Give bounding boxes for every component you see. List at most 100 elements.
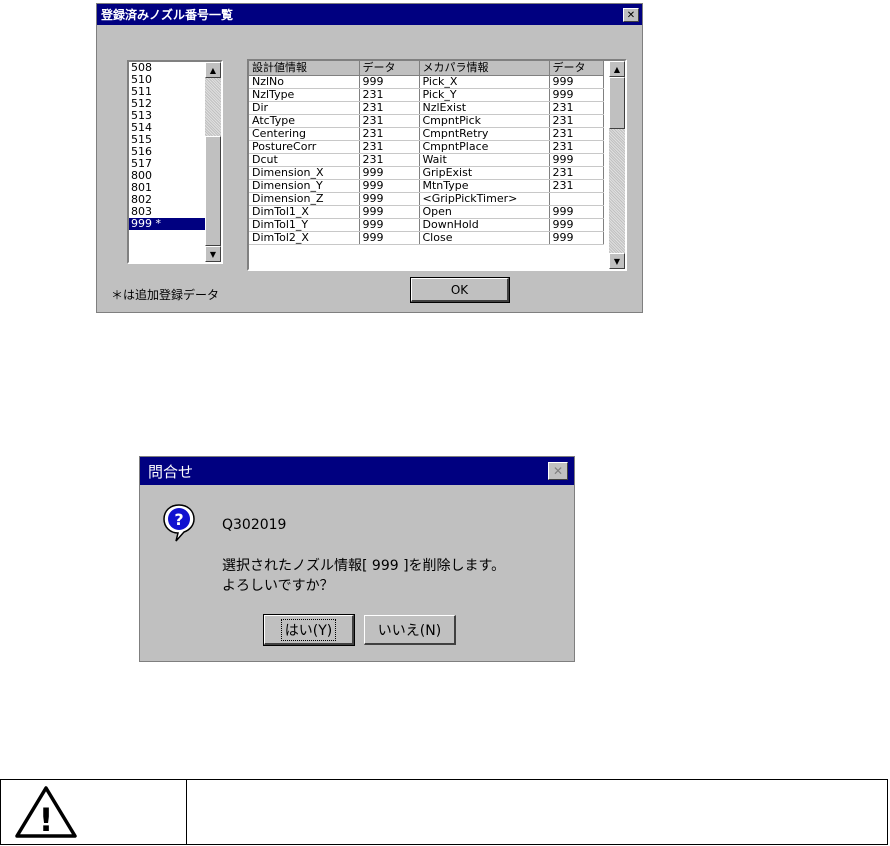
- table-cell: <GripPickTimer>: [419, 192, 550, 206]
- table-cell: 231: [549, 166, 604, 180]
- nozzle-info-grid[interactable]: 設計値情報 データ メカパラ情報 データ NzlNo 999 Pick_X 999 NzlTy…: [247, 59, 627, 271]
- table-cell: PostureCorr: [249, 140, 360, 154]
- table-row[interactable]: NzlNo 999 Pick_X 999: [249, 75, 604, 89]
- table-cell: 999: [549, 218, 604, 232]
- warning-icon-cell: !: [1, 780, 187, 844]
- table-cell: Dir: [249, 101, 360, 115]
- grid-header-row: 設計値情報 データ メカパラ情報 データ: [249, 61, 604, 76]
- table-row[interactable]: Dimension_Z 999 <GripPickTimer>: [249, 192, 604, 206]
- table-row[interactable]: Centering 231 CmpntRetry 231: [249, 127, 604, 141]
- table-row[interactable]: Dimension_Y 999 MtnType 231: [249, 179, 604, 193]
- table-cell: 231: [359, 140, 420, 154]
- table-cell: 231: [549, 179, 604, 193]
- confirm-dialog-title: 問合せ: [148, 462, 194, 481]
- table-row[interactable]: NzlType 231 Pick_Y 999: [249, 88, 604, 102]
- confirm-dialog-titlebar: 問合せ: [140, 457, 574, 485]
- table-cell: 999: [359, 166, 420, 180]
- table-cell: Open: [419, 205, 550, 219]
- scroll-down-arrow-icon[interactable]: ▼: [205, 246, 221, 262]
- table-cell: MtnType: [419, 179, 550, 193]
- table-cell: Pick_X: [419, 75, 550, 89]
- table-cell: 231: [359, 127, 420, 141]
- table-cell: NzlType: [249, 88, 360, 102]
- scroll-thumb[interactable]: [205, 136, 221, 246]
- table-cell: 999: [359, 75, 420, 89]
- table-cell: Pick_Y: [419, 88, 550, 102]
- warning-icon-glyph: !: [39, 801, 54, 839]
- table-row[interactable]: AtcType 231 CmpntPick 231: [249, 114, 604, 128]
- nozzle-list-item[interactable]: 999 *: [129, 218, 205, 230]
- scroll-thumb[interactable]: [609, 77, 625, 129]
- scroll-up-arrow-icon[interactable]: ▲: [205, 62, 221, 78]
- table-cell: CmpntPlace: [419, 140, 550, 154]
- grid-scrollbar[interactable]: ▲ ▼: [609, 61, 625, 269]
- table-row[interactable]: DimTol1_Y 999 DownHold 999: [249, 218, 604, 232]
- table-cell: 999: [359, 231, 420, 245]
- grid-column-header[interactable]: 設計値情報: [249, 61, 360, 76]
- no-button[interactable]: いいえ(N): [364, 615, 456, 645]
- scroll-down-arrow-icon[interactable]: ▼: [609, 253, 625, 269]
- table-cell: Close: [419, 231, 550, 245]
- table-cell: Dimension_Y: [249, 179, 360, 193]
- table-cell: 231: [549, 114, 604, 128]
- table-cell: CmpntRetry: [419, 127, 550, 141]
- table-cell: Dimension_X: [249, 166, 360, 180]
- table-cell: AtcType: [249, 114, 360, 128]
- nozzle-number-items: 508 510 511 512 513 514 515 516 517 800 801 802 803 9…: [129, 62, 205, 230]
- question-icon: ?: [162, 503, 196, 542]
- nozzle-listbox-scrollbar[interactable]: ▲ ▼: [205, 62, 221, 262]
- nozzle-list-window: 登録済みノズル番号一覧 ✕ 508 510 511 512 513 514 515 516 51…: [96, 3, 643, 313]
- table-cell: 231: [549, 127, 604, 141]
- grid-column-header[interactable]: データ: [549, 61, 604, 76]
- table-cell: Centering: [249, 127, 360, 141]
- message-line-1: 選択されたノズル情報[ 999 ]を削除します。: [222, 558, 506, 574]
- warning-triangle-icon: !: [15, 786, 77, 839]
- table-cell: CmpntPick: [419, 114, 550, 128]
- warning-box: !: [0, 779, 888, 845]
- table-cell: 999: [359, 179, 420, 193]
- table-cell: 999: [359, 205, 420, 219]
- confirm-dialog-close-icon[interactable]: ✕: [548, 462, 568, 480]
- grid-body: NzlNo 999 Pick_X 999 NzlType 231 Pick_Y 999 Dir 2…: [249, 75, 604, 245]
- confirm-dialog: 問合せ ✕ ? Q302019 選択されたノズル情報[ 999 ]を削除します。…: [139, 456, 575, 662]
- table-row[interactable]: Dir 231 NzlExist 231: [249, 101, 604, 115]
- table-cell: GripExist: [419, 166, 550, 180]
- nozzle-number-listbox[interactable]: 508 510 511 512 513 514 515 516 517 800 801 802 803 9…: [127, 60, 223, 264]
- yes-button[interactable]: はい(Y): [263, 614, 355, 646]
- table-row[interactable]: DimTol2_X 999 Close 999: [249, 231, 604, 245]
- table-cell: DimTol1_Y: [249, 218, 360, 232]
- table-cell: Wait: [419, 153, 550, 167]
- table-cell: NzlNo: [249, 75, 360, 89]
- nozzle-list-close-icon[interactable]: ✕: [623, 8, 639, 22]
- added-data-note: ＊は追加登録データ: [111, 288, 220, 302]
- message-code: Q302019: [222, 517, 287, 533]
- table-cell: NzlExist: [419, 101, 550, 115]
- message-line-2: よろしいですか？: [222, 578, 334, 594]
- grid-column-header[interactable]: メカパラ情報: [419, 61, 550, 76]
- table-cell: 231: [359, 88, 420, 102]
- table-cell: DownHold: [419, 218, 550, 232]
- question-icon-glyph: ?: [174, 510, 183, 529]
- scroll-up-arrow-icon[interactable]: ▲: [609, 61, 625, 77]
- table-cell: 999: [549, 205, 604, 219]
- table-cell: 999: [549, 231, 604, 245]
- table-cell: Dcut: [249, 153, 360, 167]
- table-cell: 231: [359, 153, 420, 167]
- table-row[interactable]: DimTol1_X 999 Open 999: [249, 205, 604, 219]
- ok-button[interactable]: OK: [410, 277, 510, 303]
- table-cell: Dimension_Z: [249, 192, 360, 206]
- table-cell: DimTol2_X: [249, 231, 360, 245]
- table-cell: 999: [359, 192, 420, 206]
- nozzle-list-title: 登録済みノズル番号一覧: [101, 8, 234, 22]
- table-row[interactable]: PostureCorr 231 CmpntPlace 231: [249, 140, 604, 154]
- table-cell: 999: [549, 88, 604, 102]
- nozzle-info-table: 設計値情報 データ メカパラ情報 データ NzlNo 999 Pick_X 999 NzlTy…: [249, 61, 604, 245]
- table-cell: 231: [359, 114, 420, 128]
- table-row[interactable]: Dcut 231 Wait 999: [249, 153, 604, 167]
- grid-column-header[interactable]: データ: [359, 61, 420, 76]
- table-cell: 999: [549, 153, 604, 167]
- table-cell: 231: [549, 101, 604, 115]
- table-row[interactable]: Dimension_X 999 GripExist 231: [249, 166, 604, 180]
- table-cell: 231: [359, 101, 420, 115]
- table-cell: 999: [549, 75, 604, 89]
